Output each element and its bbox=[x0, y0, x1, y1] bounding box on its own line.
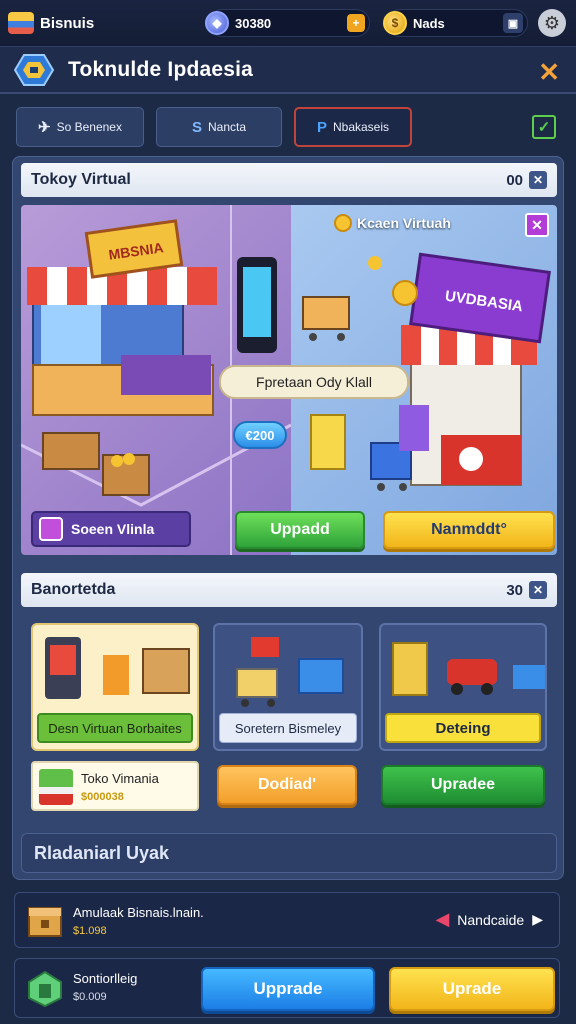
settings-gear-icon[interactable]: ⚙ bbox=[538, 9, 566, 37]
right-scene-title: Kcaen Virtuah bbox=[357, 215, 451, 231]
store-icon bbox=[39, 517, 63, 541]
close-section-icon[interactable]: ✕ bbox=[529, 171, 547, 189]
top-bar: Bisnuis ◆ 30380 + $ Nads ▣ ⚙ bbox=[0, 0, 576, 46]
add-gems-button[interactable]: + bbox=[347, 14, 365, 32]
tab-business[interactable]: ✈ So Benenex bbox=[16, 107, 144, 147]
main-panel: Tokoy Virtual 00 ✕ MBSNIA Fpretaan Ody K… bbox=[12, 156, 564, 880]
app-name: Bisnuis bbox=[40, 14, 95, 32]
section-title: Banortetda bbox=[31, 581, 116, 598]
toko-card[interactable]: Toko Vimania $000038 bbox=[31, 761, 199, 811]
gem-value: 30380 bbox=[235, 15, 272, 31]
row-value: $1.098 bbox=[73, 925, 107, 937]
gold-counter: $ Nads ▣ bbox=[383, 9, 528, 37]
upgrade-yellow-button[interactable]: Uprade bbox=[389, 967, 555, 1011]
card-label: Soretern Bismeley bbox=[219, 713, 357, 743]
briefcase-icon: ✈ bbox=[38, 119, 51, 136]
row-action-label: Nandcaide bbox=[457, 911, 525, 928]
row-title: Sontiorlleig bbox=[73, 971, 138, 986]
card-label: Deteing bbox=[385, 713, 541, 743]
business-card-1[interactable]: Desn Virtuan Borbaites bbox=[31, 623, 199, 751]
crate-icon bbox=[25, 900, 65, 940]
page-header: Toknulde Ipdaesia ✕ bbox=[0, 46, 576, 94]
section-business-header: Banortetda 30 ✕ bbox=[21, 573, 557, 607]
promo-banner[interactable]: Rladaniarl Uyak bbox=[21, 833, 557, 873]
gem-counter: ◆ 30380 + bbox=[205, 9, 370, 37]
business-card-2[interactable]: Soretern Bismeley bbox=[213, 623, 363, 751]
tab-finance[interactable]: S Nancta bbox=[156, 107, 282, 147]
scene-left: MBSNIA Fpretaan Ody Klall €200 Soeen Vli… bbox=[21, 205, 409, 555]
chevron-right-icon: ▶ bbox=[532, 911, 543, 927]
tab-label: Nancta bbox=[207, 120, 247, 134]
gold-value: Nads bbox=[413, 15, 445, 31]
upgrade-blue-button[interactable]: Upprade bbox=[201, 967, 375, 1011]
section-title: Tokoy Virtual bbox=[31, 171, 131, 188]
brand-logo-icon bbox=[8, 12, 34, 34]
tab-label: So Benenex bbox=[56, 120, 122, 134]
store-view-label: Soeen Vlinla bbox=[71, 521, 155, 537]
section-virtual-store-header: Tokoy Virtual 00 ✕ bbox=[21, 163, 557, 197]
checkbox-icon[interactable]: ✓ bbox=[532, 115, 556, 139]
business-card-3[interactable]: Deteing bbox=[379, 623, 547, 751]
page-title: Toknulde Ipdaesia bbox=[68, 57, 254, 81]
tab-label: Nbakaseis bbox=[332, 120, 390, 134]
tab-market[interactable]: P Nbakaseis bbox=[294, 107, 412, 147]
manage-button[interactable]: Nanmddt° bbox=[383, 511, 555, 549]
section-count: 30 bbox=[506, 581, 523, 599]
cash-stack-icon bbox=[39, 769, 73, 805]
red-triangle-icon: ◀ bbox=[435, 909, 450, 929]
upgrade-card-button[interactable]: Upradee bbox=[381, 765, 545, 805]
gold-coin-icon: $ bbox=[383, 11, 407, 35]
hexagon-logo-icon bbox=[14, 53, 54, 87]
s-coin-icon: S bbox=[191, 118, 202, 136]
price-badge[interactable]: €200 bbox=[233, 421, 287, 449]
brand: Bisnuis bbox=[8, 12, 94, 34]
close-icon[interactable]: ✕ bbox=[538, 57, 560, 88]
close-section-icon[interactable]: ✕ bbox=[529, 581, 547, 599]
bottom-row-1: Amulaak Bisnais.lnain. $1.098 ◀ Nandcaid… bbox=[14, 892, 560, 948]
upgrade-button[interactable]: Uppadd bbox=[235, 511, 365, 549]
building-icon bbox=[25, 968, 65, 1008]
store-view-button[interactable]: Soeen Vlinla bbox=[31, 511, 191, 547]
row-title: Amulaak Bisnais.lnain. bbox=[73, 905, 204, 920]
wallet-icon[interactable]: ▣ bbox=[503, 13, 523, 33]
bottom-row-2: Sontiorlleig $0.009 Upprade Uprade bbox=[14, 958, 560, 1018]
p-icon: P bbox=[316, 118, 327, 136]
info-label: Fpretaan Ody Klall bbox=[219, 365, 409, 399]
virtual-store-scene: MBSNIA Fpretaan Ody Klall €200 Soeen Vli… bbox=[21, 205, 557, 555]
row-value: $0.009 bbox=[73, 991, 107, 1003]
card-label: Desn Virtuan Borbaites bbox=[37, 713, 193, 743]
gem-icon: ◆ bbox=[205, 11, 229, 35]
row-action-link[interactable]: ◀ Nandcaide ▶ bbox=[435, 909, 543, 930]
download-button[interactable]: Dodiad' bbox=[217, 765, 357, 805]
section-count: 00 bbox=[506, 171, 523, 189]
tab-bar: ✈ So Benenex S Nancta P Nbakaseis ✓ bbox=[0, 107, 576, 147]
toko-value: $000038 bbox=[81, 791, 124, 803]
toko-title: Toko Vimania bbox=[81, 771, 159, 786]
close-scene-icon[interactable]: ✕ bbox=[525, 213, 549, 237]
